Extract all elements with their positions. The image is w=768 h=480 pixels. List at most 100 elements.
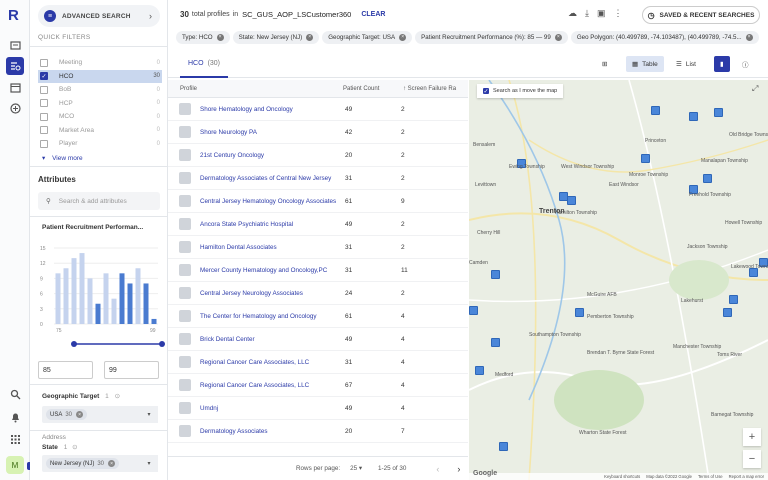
range-max-input[interactable]: 99 [104,361,159,379]
type-filter-row[interactable]: Market Area 0 [38,124,162,138]
close-icon[interactable]: × [745,33,753,41]
map-footer-link[interactable]: Terms of Use [698,474,723,479]
range-slider-handle[interactable] [159,341,165,347]
map-pin[interactable] [689,112,698,121]
map-footer-link[interactable]: Map data ©2022 Google [646,474,692,479]
table-row[interactable]: Umdnj 49 4 [168,397,468,420]
map-pin[interactable] [723,308,732,317]
bell-icon[interactable] [6,408,24,426]
type-filter-row[interactable]: ✓ HCO 30 [38,69,162,83]
chevron-down-icon[interactable]: ▾ [140,406,158,423]
table-row[interactable]: Brick Dental Center 49 4 [168,328,468,351]
checkbox-icon[interactable] [40,139,48,148]
map-pin[interactable] [703,174,712,183]
table-row[interactable]: Ancora State Psychiatric Hospital 49 2 [168,213,468,236]
geographic-target-field[interactable]: USA 30 × [42,406,147,423]
more-vert-icon[interactable]: ⋮ [614,8,623,19]
map-footer-link[interactable]: Report a map error [729,474,764,479]
profile-name-link[interactable]: Ancora State Psychiatric Hospital [200,221,343,228]
profile-name-link[interactable]: Regional Cancer Care Associates, LLC [200,382,343,389]
table-row[interactable]: 21st Century Oncology 20 2 [168,144,468,167]
type-filter-row[interactable]: MCO 0 [38,110,162,124]
profile-name-link[interactable]: The Center for Hematology and Oncology [200,313,343,320]
map-pin[interactable] [651,106,660,115]
chevron-down-icon[interactable]: ▾ [140,455,158,472]
add-circle-icon[interactable] [6,99,24,117]
zoom-in-button[interactable]: + [743,428,761,446]
active-filter-chip[interactable]: Type: HCO × [176,30,230,44]
geo-chip-usa[interactable]: USA 30 × [46,409,88,420]
checkbox-icon[interactable] [40,85,48,94]
active-filter-chip[interactable]: Patient Recruitment Performance (%): 85 … [415,30,568,44]
results-map[interactable]: ✓ Search as I move the map Bensalem Levit… [469,80,768,480]
table-row[interactable]: The Center for Hematology and Oncology 6… [168,305,468,328]
map-pin[interactable] [641,154,650,163]
col-patient-count[interactable]: Patient Count [343,86,403,92]
map-pin[interactable] [714,108,723,117]
app-logo[interactable]: R [8,7,19,24]
table-row[interactable]: Shore Neurology PA 42 2 [168,121,468,144]
type-filter-row[interactable]: BoB 0 [38,83,162,97]
saved-searches-button[interactable]: ◷ SAVED & RECENT SEARCHES [642,6,760,24]
table-row[interactable]: Central Jersey Hematology Oncology Assoc… [168,190,468,213]
table-row[interactable]: Regional Cancer Care Associates, LLC 31 … [168,351,468,374]
profile-search-icon[interactable] [6,57,24,75]
patient-recruitment-histogram[interactable]: 15 12 9 6 3 0 75 99 [38,240,168,355]
download-icon[interactable]: ⤓ [585,8,589,19]
map-pin[interactable] [491,338,500,347]
cloud-download-icon[interactable]: ☁ [568,8,577,19]
checkbox-icon[interactable] [40,58,48,67]
profile-name-link[interactable]: 21st Century Oncology [200,152,343,159]
calendar-icon[interactable] [6,78,24,96]
profile-name-link[interactable]: Mercer County Hematology and Oncology,PC [200,267,343,274]
close-icon[interactable]: × [554,33,562,41]
range-slider-handle[interactable] [71,341,77,347]
save-icon[interactable]: ▣ [597,8,606,19]
active-filter-chip[interactable]: Geo Polygon: (40.499789, -74.103487), (4… [570,30,759,44]
fullscreen-icon[interactable]: ⤢ [752,84,758,94]
map-pin[interactable] [729,295,738,304]
profile-name-link[interactable]: Dermatology Associates [200,428,343,435]
tab-hco[interactable]: HCO (30) [180,50,229,78]
profile-name-link[interactable]: Central Jersey Hematology Oncology Assoc… [200,198,343,205]
close-icon[interactable]: × [76,411,84,418]
profile-name-link[interactable]: Umdnj [200,405,343,412]
table-row[interactable]: Hamilton Dental Associates 31 2 [168,236,468,259]
active-filter-chip[interactable]: Geographic Target: USA × [322,30,413,44]
zoom-out-button[interactable]: − [743,450,761,468]
profile-name-link[interactable]: Central Jersey Neurology Associates [200,290,343,297]
search-icon[interactable] [6,385,24,403]
user-avatar[interactable]: M [6,456,24,474]
checkbox-icon[interactable] [40,112,48,121]
prev-page-icon[interactable]: ‹ [436,464,439,474]
apps-grid-icon[interactable] [6,430,24,448]
profile-name-link[interactable]: Hamilton Dental Associates [200,244,343,251]
col-screen-failure[interactable]: ↑ Screen Failure Ra [403,86,468,92]
advanced-search-button[interactable]: ≡ ADVANCED SEARCH › [38,5,160,27]
map-footer-link[interactable]: Keyboard shortcuts [604,474,640,479]
checkbox-icon[interactable] [40,126,48,135]
info-icon[interactable]: ⓘ [736,56,755,72]
clear-button[interactable]: CLEAR [361,11,385,18]
list-view-button[interactable]: ☰ List [670,56,702,72]
rows-per-page-select[interactable]: 25 ▾ [350,465,362,472]
type-filter-row[interactable]: Meeting 0 [38,56,162,70]
close-icon[interactable]: × [216,33,224,41]
attributes-search-input[interactable]: ⚲ Search & add attributes [38,192,160,210]
profile-name-link[interactable]: Brick Dental Center [200,336,343,343]
close-icon[interactable]: × [306,33,314,41]
checkbox-icon[interactable] [40,99,48,108]
profile-name-link[interactable]: Shore Hematology and Oncology [200,106,343,113]
map-pin[interactable] [469,306,478,315]
table-row[interactable]: Shore Hematology and Oncology 49 2 [168,98,468,121]
next-page-icon[interactable]: › [457,464,460,474]
map-pin[interactable] [575,308,584,317]
table-row[interactable]: Dermatology Associates of Central New Je… [168,167,468,190]
map-pin[interactable] [567,196,576,205]
col-profile[interactable]: Profile [168,86,343,92]
profile-name-link[interactable]: Shore Neurology PA [200,129,343,136]
close-icon[interactable]: × [399,33,407,41]
table-row[interactable]: Dermatology Associates 20 7 [168,420,468,443]
table-view-button[interactable]: ▦ Table [626,56,664,72]
close-icon[interactable]: × [108,460,116,467]
